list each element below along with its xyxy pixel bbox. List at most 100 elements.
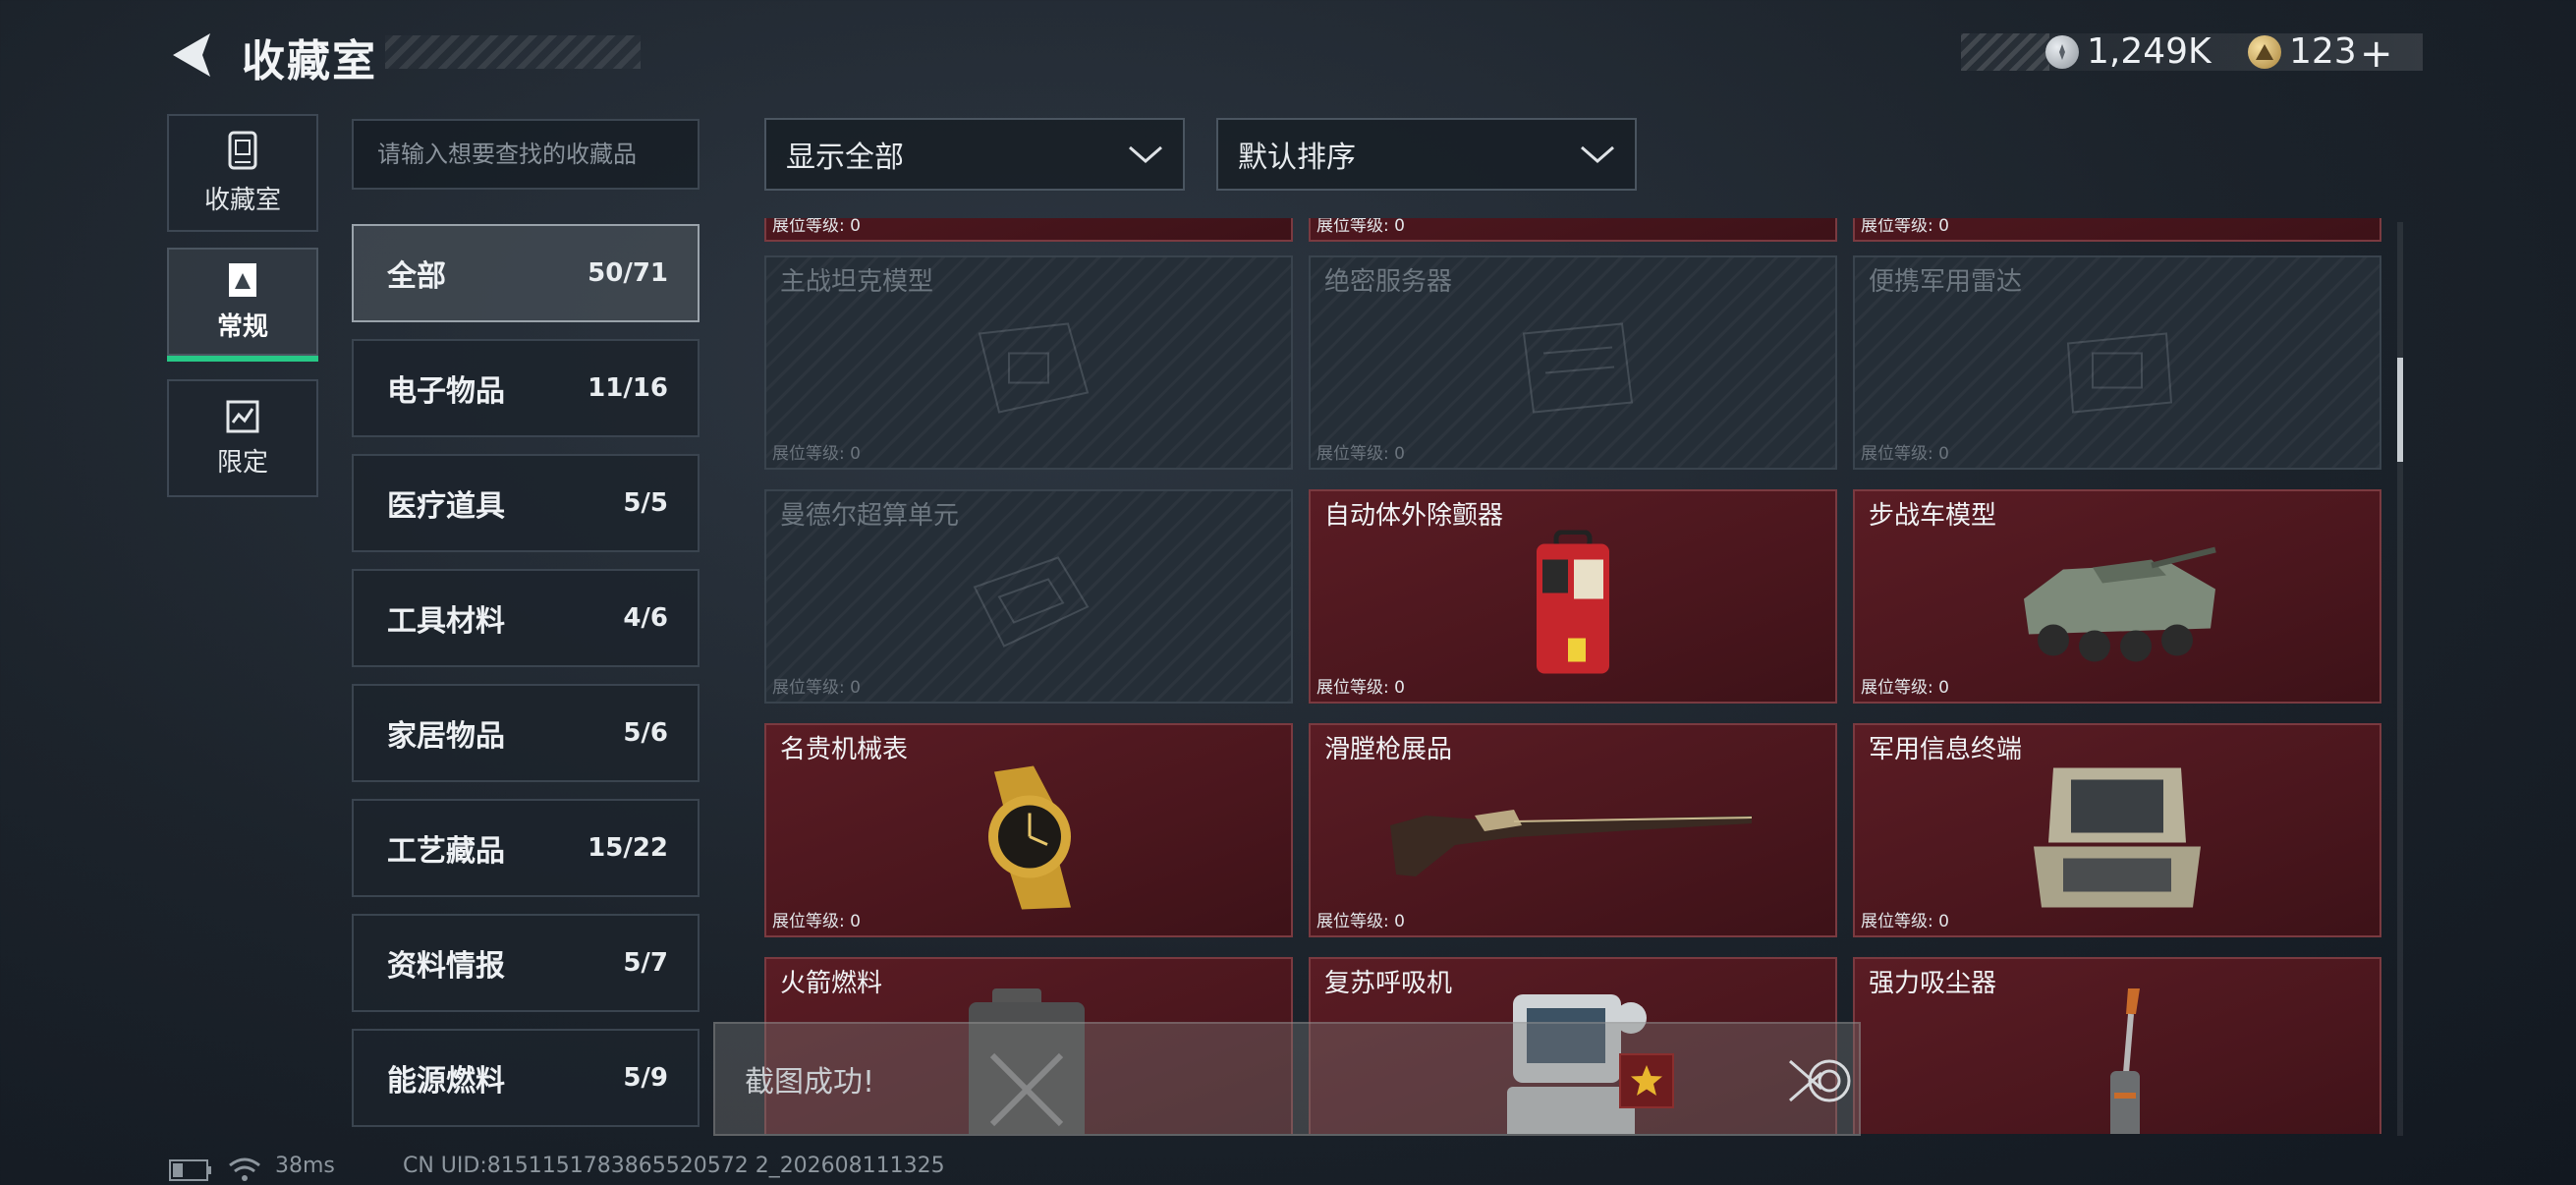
item-level: 展位等级: 0 (1316, 678, 1405, 698)
item-level: 展位等级: 0 (772, 218, 861, 236)
star-icon (1631, 1065, 1662, 1096)
category-electronics[interactable]: 电子物品 11/16 (352, 339, 700, 437)
item-card[interactable]: 名贵机械表 展位等级: 0 (764, 723, 1293, 937)
musket-icon (1390, 810, 1753, 876)
battery-icon (169, 1159, 212, 1185)
item-card[interactable]: 便携军用雷达 展位等级: 0 (1853, 255, 2381, 470)
item-card[interactable]: 绝密服务器 展位等级: 0 (1309, 255, 1837, 470)
category-name: 能源燃料 (387, 1064, 505, 1099)
category-count: 5/9 (623, 1063, 668, 1093)
share-icon (1789, 1059, 1851, 1102)
category-energy[interactable]: 能源燃料 5/9 (352, 1029, 700, 1127)
item-card[interactable]: 展位等级: 0 (764, 218, 1293, 242)
currency-decoration (1961, 33, 2049, 71)
item-level: 展位等级: 0 (1316, 444, 1405, 464)
category-name: 医疗道具 (387, 489, 505, 524)
ifv-model-icon (2024, 546, 2216, 662)
category-count: 5/7 (623, 948, 668, 978)
item-name: 名贵机械表 (780, 735, 909, 764)
item-level: 展位等级: 0 (772, 444, 861, 464)
rail-label: 常规 (216, 311, 268, 342)
item-name: 军用信息终端 (1869, 735, 2023, 764)
category-name: 工艺藏品 (387, 834, 505, 869)
add-gold-button[interactable]: + (2360, 31, 2393, 77)
item-level: 展位等级: 0 (1861, 912, 1949, 931)
category-crafts[interactable]: 工艺藏品 15/22 (352, 799, 700, 897)
item-name: 绝密服务器 (1324, 267, 1453, 297)
gold-coin-icon (2248, 35, 2281, 69)
scrollbar-thumb[interactable] (2397, 358, 2403, 462)
collection-icon (228, 131, 257, 169)
search-input[interactable] (352, 119, 700, 190)
vacuum-icon (2110, 988, 2140, 1134)
collection-grid: 展位等级: 0 展位等级: 0 展位等级: 0 主战坦克模型 展位等级: 0 绝… (762, 218, 2383, 1134)
item-level: 展位等级: 0 (1316, 218, 1405, 236)
rail-label: 限定 (216, 447, 268, 478)
item-level: 展位等级: 0 (1316, 912, 1405, 931)
rail-active-indicator (167, 356, 318, 362)
item-card[interactable]: 强力吸尘器 (1853, 957, 2381, 1134)
limited-icon (226, 400, 259, 432)
item-card[interactable]: 步战车模型 展位等级: 0 (1853, 489, 2381, 704)
category-household[interactable]: 家居物品 5/6 (352, 684, 700, 782)
defibrillator-icon (1537, 530, 1609, 674)
item-level: 展位等级: 0 (1861, 218, 1949, 236)
rail-label: 收藏室 (203, 185, 281, 215)
item-name: 主战坦克模型 (780, 267, 934, 297)
page-title: 收藏室 (242, 36, 377, 86)
toast-share-button[interactable] (1786, 1047, 1861, 1118)
rail-regular[interactable]: 常规 (167, 248, 318, 356)
category-tools[interactable]: 工具材料 4/6 (352, 569, 700, 667)
category-medical[interactable]: 医疗道具 5/5 (352, 454, 700, 552)
category-count: 11/16 (588, 373, 668, 403)
item-card[interactable]: 主战坦克模型 展位等级: 0 (764, 255, 1293, 470)
sort-dropdown[interactable]: 默认排序 (1216, 118, 1637, 191)
category-name: 工具材料 (387, 604, 505, 639)
category-count: 5/6 (623, 718, 668, 748)
ping-readout: 38ms (275, 1154, 335, 1178)
item-level: 展位等级: 0 (1861, 678, 1949, 698)
wifi-icon (228, 1156, 261, 1185)
title-decoration (385, 35, 641, 69)
user-uid: CN UID:8151151783865520572 2_20260811132… (403, 1154, 945, 1178)
category-count: 4/6 (623, 603, 668, 633)
screenshot-toast: 截图成功! (713, 1022, 1861, 1136)
back-arrow-icon (173, 33, 210, 77)
category-name: 资料情报 (387, 949, 505, 984)
category-intel[interactable]: 资料情报 5/7 (352, 914, 700, 1012)
toast-pin-button[interactable] (1619, 1053, 1674, 1108)
rail-collection-room[interactable]: 收藏室 (167, 114, 318, 232)
item-card[interactable]: 军用信息终端 展位等级: 0 (1853, 723, 2381, 937)
currency-bar: 1,249K 123 + (1961, 31, 2423, 77)
item-card[interactable]: 展位等级: 0 (1853, 218, 2381, 242)
silver-coin-icon (2045, 35, 2079, 69)
filter-value: 显示全部 (786, 141, 904, 175)
item-level: 展位等级: 0 (1861, 444, 1949, 464)
category-name: 家居物品 (387, 719, 505, 754)
silver-amount: 1,249K (2087, 31, 2212, 72)
item-card[interactable]: 曼德尔超算单元 展位等级: 0 (764, 489, 1293, 704)
item-name: 曼德尔超算单元 (780, 501, 960, 531)
rail-limited[interactable]: 限定 (167, 379, 318, 497)
terminal-icon (2034, 767, 2201, 908)
item-name: 步战车模型 (1869, 501, 1997, 531)
item-name: 自动体外除颤器 (1324, 501, 1504, 531)
item-level: 展位等级: 0 (772, 912, 861, 931)
item-level: 展位等级: 0 (772, 678, 861, 698)
back-button[interactable] (167, 29, 220, 81)
item-name: 复苏呼吸机 (1324, 969, 1453, 998)
category-count: 50/71 (588, 258, 668, 288)
item-name: 便携军用雷达 (1869, 267, 2023, 297)
gold-amount: 123 (2289, 31, 2357, 72)
radar-icon (2066, 332, 2173, 414)
regular-icon (229, 262, 256, 297)
category-name: 电子物品 (387, 374, 505, 409)
item-card[interactable]: 展位等级: 0 (1309, 218, 1837, 242)
item-name: 火箭燃料 (780, 969, 883, 998)
item-card[interactable]: 滑膛枪展品 展位等级: 0 (1309, 723, 1837, 937)
watch-icon (988, 765, 1071, 910)
category-all[interactable]: 全部 50/71 (352, 224, 700, 322)
toast-message: 截图成功! (745, 1065, 875, 1100)
filter-dropdown[interactable]: 显示全部 (764, 118, 1185, 191)
item-card[interactable]: 自动体外除颤器 展位等级: 0 (1309, 489, 1837, 704)
